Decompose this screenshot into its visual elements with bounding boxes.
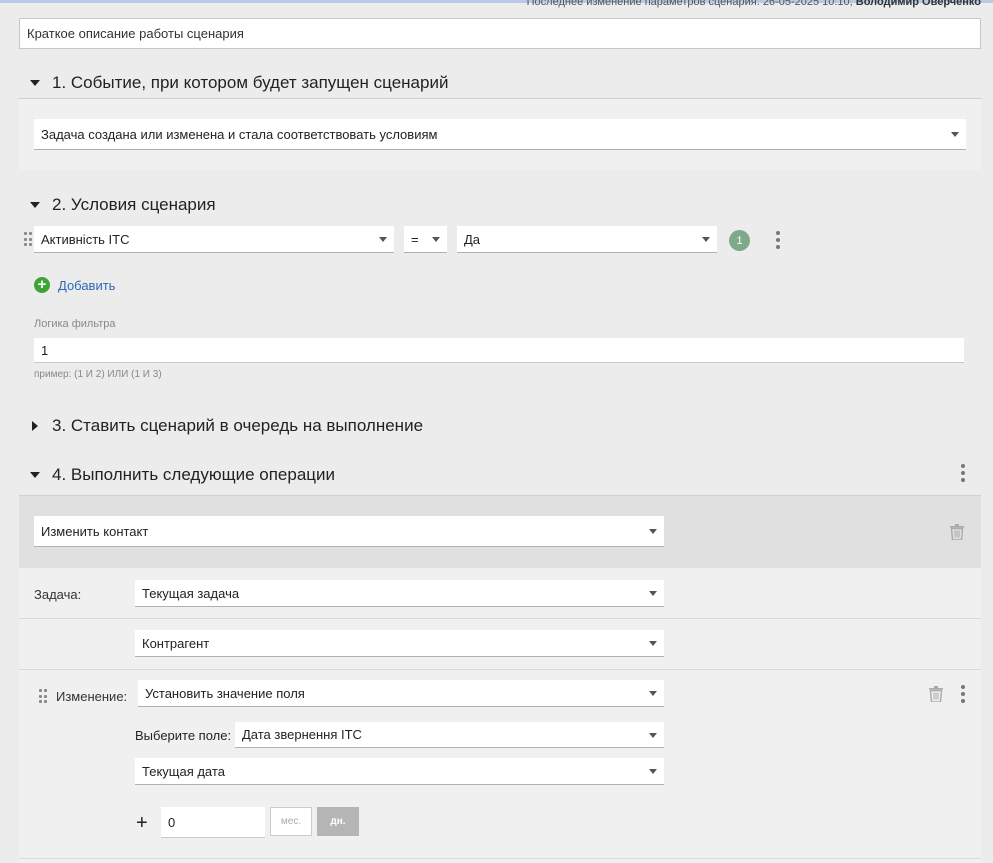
condition-operator-select[interactable]: =	[404, 226, 447, 253]
row-divider	[19, 618, 981, 619]
choose-field-label: Выберите поле:	[135, 728, 232, 743]
description-placeholder: Краткое описание работы сценария	[27, 26, 244, 41]
drag-handle-icon[interactable]	[24, 232, 32, 246]
task-select[interactable]: Текущая задача	[135, 580, 664, 607]
filter-logic-hint: пример: (1 И 2) ИЛИ (1 И 3)	[34, 369, 162, 380]
condition-menu-icon[interactable]	[776, 231, 780, 249]
condition-field-value: Активність ІТС	[41, 231, 130, 247]
condition-value: Да	[464, 231, 481, 247]
date-select[interactable]: Текущая дата	[135, 758, 664, 785]
section-3-title: 3. Ставить сценарий в очередь на выполне…	[52, 416, 424, 435]
event-select[interactable]: Задача создана или изменена и стала соот…	[34, 119, 966, 150]
choose-field-value: Дата звернення ІТС	[242, 727, 362, 742]
entity-select[interactable]: Контрагент	[135, 630, 664, 657]
expand-icon	[32, 421, 38, 431]
task-value: Текущая задача	[142, 585, 240, 601]
change-select[interactable]: Установить значение поля	[138, 680, 664, 707]
collapse-icon	[30, 202, 40, 208]
condition-index-badge: 1	[729, 230, 750, 251]
condition-index: 1	[736, 234, 743, 247]
add-plus-icon[interactable]: +	[34, 277, 50, 293]
condition-value-select[interactable]: Да	[457, 226, 717, 253]
section-3-header[interactable]: 3. Ставить сценарий в очередь на выполне…	[30, 415, 423, 437]
condition-field-select[interactable]: Активність ІТС	[34, 226, 394, 253]
chevron-down-icon	[432, 237, 440, 242]
filter-logic-value: 1	[41, 342, 49, 358]
offset-input[interactable]: 0	[161, 807, 265, 838]
operation-select[interactable]: Изменить контакт	[34, 516, 664, 547]
last-modified-info: Последнее изменение параметров сценария:…	[527, 0, 981, 8]
chevron-down-icon	[379, 237, 387, 242]
change-menu-icon[interactable]	[961, 685, 965, 703]
chevron-down-icon	[649, 591, 657, 596]
entity-value: Контрагент	[142, 635, 210, 651]
chevron-down-icon	[649, 769, 657, 774]
chevron-down-icon	[649, 691, 657, 696]
last-modified-text: Последнее изменение параметров сценария:…	[526, 0, 853, 8]
change-value: Установить значение поля	[145, 685, 305, 701]
offset-value: 0	[168, 814, 176, 830]
collapse-icon	[30, 472, 40, 478]
scenario-description-input[interactable]: Краткое описание работы сценария	[19, 18, 981, 49]
filter-logic-label: Логика фильтра	[34, 318, 116, 330]
chevron-down-icon	[649, 529, 657, 534]
event-select-value: Задача создана или изменена и стала соот…	[41, 126, 438, 142]
section-2-header[interactable]: 2. Условия сценария	[30, 194, 216, 216]
change-label: Изменение:	[56, 689, 128, 704]
delete-change-icon[interactable]	[929, 686, 943, 702]
choose-field-select[interactable]: Дата звернення ІТС	[235, 722, 664, 748]
collapse-icon	[30, 80, 40, 86]
drag-handle-icon[interactable]	[39, 689, 47, 703]
offset-sign: +	[136, 812, 148, 834]
add-condition-link[interactable]: Добавить	[58, 278, 115, 293]
filter-logic-input[interactable]: 1	[34, 338, 964, 363]
condition-operator-value: =	[411, 231, 419, 247]
delete-operation-icon[interactable]	[950, 524, 964, 540]
date-value: Текущая дата	[142, 763, 225, 779]
unit-days-button[interactable]: дн.	[317, 807, 359, 836]
chevron-down-icon	[649, 732, 657, 738]
section-2-title: 2. Условия сценария	[52, 195, 216, 214]
section-4-title: 4. Выполнить следующие операции	[52, 465, 335, 484]
section-1-header[interactable]: 1. Событие, при котором будет запущен сц…	[30, 72, 448, 94]
row-divider	[19, 669, 981, 670]
chevron-down-icon	[649, 641, 657, 646]
section-4-header[interactable]: 4. Выполнить следующие операции	[30, 464, 335, 486]
operation-value: Изменить контакт	[41, 523, 149, 539]
chevron-down-icon	[702, 237, 710, 242]
section-4-menu-icon[interactable]	[961, 464, 965, 482]
last-modified-user: Володимир Оверченко	[855, 0, 981, 8]
section-1-title: 1. Событие, при котором будет запущен сц…	[52, 73, 449, 92]
chevron-down-icon	[951, 132, 959, 137]
row-divider	[19, 858, 981, 859]
task-label: Задача:	[34, 587, 82, 602]
unit-months-button[interactable]: мес.	[270, 807, 312, 836]
